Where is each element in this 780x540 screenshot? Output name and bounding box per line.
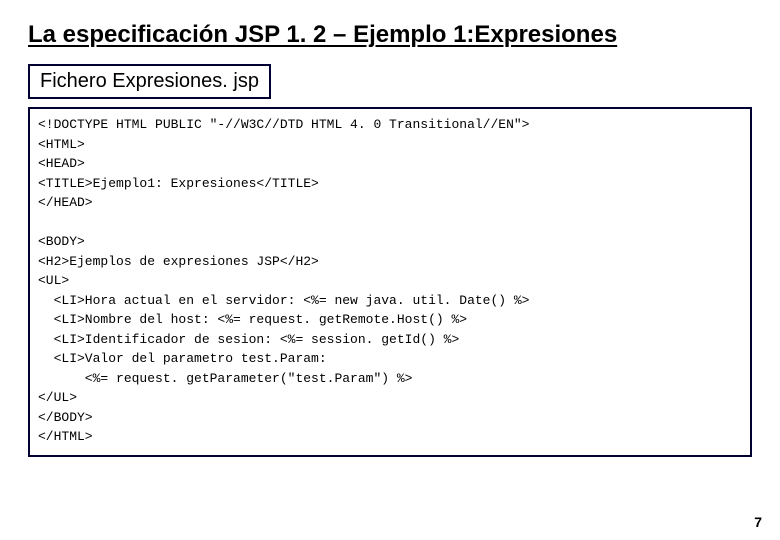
- file-label-box: Fichero Expresiones. jsp: [28, 64, 271, 99]
- page-number: 7: [754, 514, 762, 530]
- code-box: <!DOCTYPE HTML PUBLIC "-//W3C//DTD HTML …: [28, 107, 752, 457]
- slide-content: La especificación JSP 1. 2 – Ejemplo 1:E…: [0, 0, 780, 457]
- slide-title: La especificación JSP 1. 2 – Ejemplo 1:E…: [28, 20, 752, 50]
